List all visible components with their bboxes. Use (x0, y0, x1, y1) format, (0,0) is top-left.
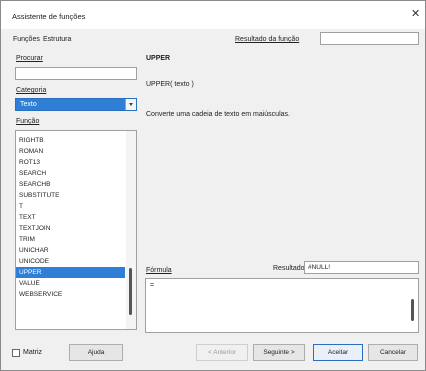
function-wizard-dialog: Assistente de funções ✕ Funções Estrutur… (0, 0, 426, 371)
title-bar: Assistente de funções ✕ (1, 1, 425, 29)
function-item-text[interactable]: TEXT (16, 212, 125, 223)
function-item-substitute[interactable]: SUBSTITUTE (16, 190, 125, 201)
function-item-rightb[interactable]: RIGHTB (16, 135, 125, 146)
function-signature: UPPER( texto ) (146, 81, 194, 88)
array-checkbox[interactable] (12, 349, 20, 357)
scrollbar-thumb[interactable] (129, 268, 132, 315)
function-item-upper[interactable]: UPPER (16, 267, 125, 278)
tab-functions[interactable]: Funções (13, 36, 40, 43)
category-select[interactable]: Texto (15, 98, 137, 111)
result-label: Resultado (273, 265, 305, 272)
category-label: Categoria (16, 87, 47, 94)
function-item-unicode[interactable]: UNICODE (16, 256, 125, 267)
function-item-t[interactable]: T (16, 201, 125, 212)
function-item-searchb[interactable]: SEARCHB (16, 179, 125, 190)
array-label: Matriz (23, 349, 43, 356)
formula-label: Fórmula (146, 267, 172, 274)
function-list[interactable]: RIGHTB ROMAN ROT13 SEARCH SEARCHB SUBSTI… (15, 130, 137, 330)
help-button[interactable]: Ajuda (69, 344, 123, 361)
function-item-textjoin[interactable]: TEXTJOIN (16, 223, 125, 234)
function-label: Função (16, 118, 40, 125)
tab-structure[interactable]: Estrutura (43, 36, 71, 43)
close-icon[interactable]: ✕ (411, 9, 420, 20)
result-value: #NULL! (308, 264, 331, 271)
next-button[interactable]: Seguinte > (253, 344, 305, 361)
function-item-unichar[interactable]: UNICHAR (16, 245, 125, 256)
function-result-field (320, 32, 419, 45)
function-item-roman[interactable]: ROMAN (16, 146, 125, 157)
dialog-title: Assistente de funções (12, 12, 86, 21)
search-input[interactable] (15, 67, 137, 80)
formula-input[interactable]: = (145, 278, 419, 333)
function-item-rot13[interactable]: ROT13 (16, 157, 125, 168)
formula-scrollbar-thumb[interactable] (411, 299, 414, 321)
function-item-trim[interactable]: TRIM (16, 234, 125, 245)
search-label: Procurar (16, 55, 43, 62)
cancel-button[interactable]: Cancelar (368, 344, 418, 361)
ok-button[interactable]: Aceitar (313, 344, 363, 361)
formula-value: = (150, 282, 155, 289)
back-button[interactable]: < Anterior (196, 344, 248, 361)
function-info-panel (141, 45, 420, 268)
function-result-label: Resultado da função (235, 36, 300, 43)
function-item-search[interactable]: SEARCH (16, 168, 125, 179)
function-description: Converte uma cadeia de texto em maiúscul… (146, 111, 290, 118)
function-name: UPPER (146, 55, 171, 62)
category-select-value: Texto (20, 101, 37, 108)
chevron-down-icon[interactable] (125, 99, 136, 110)
function-item-value[interactable]: VALUE (16, 278, 125, 289)
function-list-scrollbar[interactable] (126, 131, 136, 329)
function-item-webservice[interactable]: WEBSERVICE (16, 289, 125, 300)
result-field: #NULL! (304, 261, 419, 274)
